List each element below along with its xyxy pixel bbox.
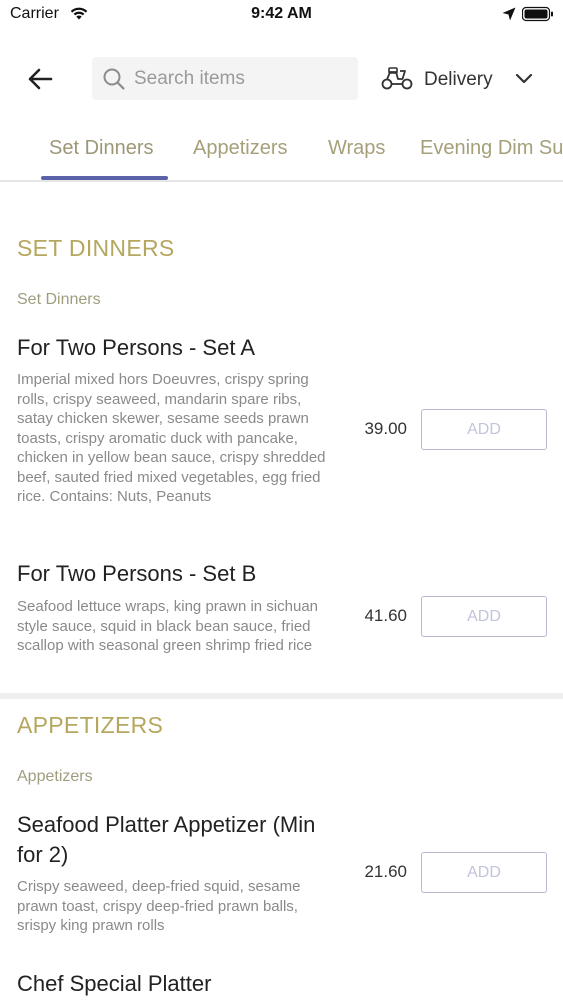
item-name: For Two Persons - Set A	[17, 335, 256, 360]
tab-evening-dim-sum[interactable]: Evening Dim Su	[420, 137, 563, 160]
chevron-down-icon	[515, 72, 533, 90]
section-subtitle-appetizers: Appetizers	[17, 768, 93, 785]
section-title-appetizers: APPETIZERS	[17, 712, 164, 738]
active-tab-indicator	[41, 176, 168, 180]
item-description: Seafood lettuce wraps, king prawn in sic…	[17, 598, 319, 654]
search-box[interactable]	[92, 57, 358, 100]
section-title-set-dinners: SET DINNERS	[17, 235, 175, 261]
delivery-selector[interactable]: Delivery	[378, 58, 538, 100]
item-description: Crispy seaweed, deep-fried squid, sesame…	[17, 878, 301, 934]
header: Delivery	[0, 56, 563, 102]
item-name: For Two Persons - Set B	[17, 561, 257, 586]
item-name: Seafood Platter Appetizer (Min for 2)	[17, 812, 316, 867]
status-time: 9:42 AM	[251, 5, 312, 22]
arrow-left-icon	[28, 68, 53, 90]
section-subtitle-set-dinners: Set Dinners	[17, 291, 101, 308]
item-description: Imperial mixed hors Doeuvres, crispy spr…	[17, 371, 326, 505]
add-button[interactable]: ADD	[421, 596, 547, 637]
tab-set-dinners[interactable]: Set Dinners	[49, 137, 154, 160]
item-name: Chef Special Platter	[17, 971, 212, 996]
delivery-label: Delivery	[424, 69, 493, 90]
add-button[interactable]: ADD	[421, 852, 547, 893]
tab-wraps[interactable]: Wraps	[328, 137, 385, 160]
item-price: 21.60	[364, 862, 407, 881]
location-arrow-icon	[501, 6, 517, 27]
section-divider	[0, 693, 563, 699]
scooter-icon	[380, 67, 414, 96]
status-bar: Carrier 9:42 AM	[0, 0, 563, 30]
back-button[interactable]	[22, 62, 58, 96]
tab-appetizers[interactable]: Appetizers	[193, 137, 288, 160]
item-price: 39.00	[364, 419, 407, 438]
search-input[interactable]	[134, 57, 350, 100]
item-price: 41.60	[364, 606, 407, 625]
category-tabs: Set Dinners Appetizers Wraps Evening Dim…	[0, 126, 563, 182]
search-icon	[102, 67, 126, 96]
battery-icon	[521, 6, 554, 27]
add-button[interactable]: ADD	[421, 409, 547, 450]
